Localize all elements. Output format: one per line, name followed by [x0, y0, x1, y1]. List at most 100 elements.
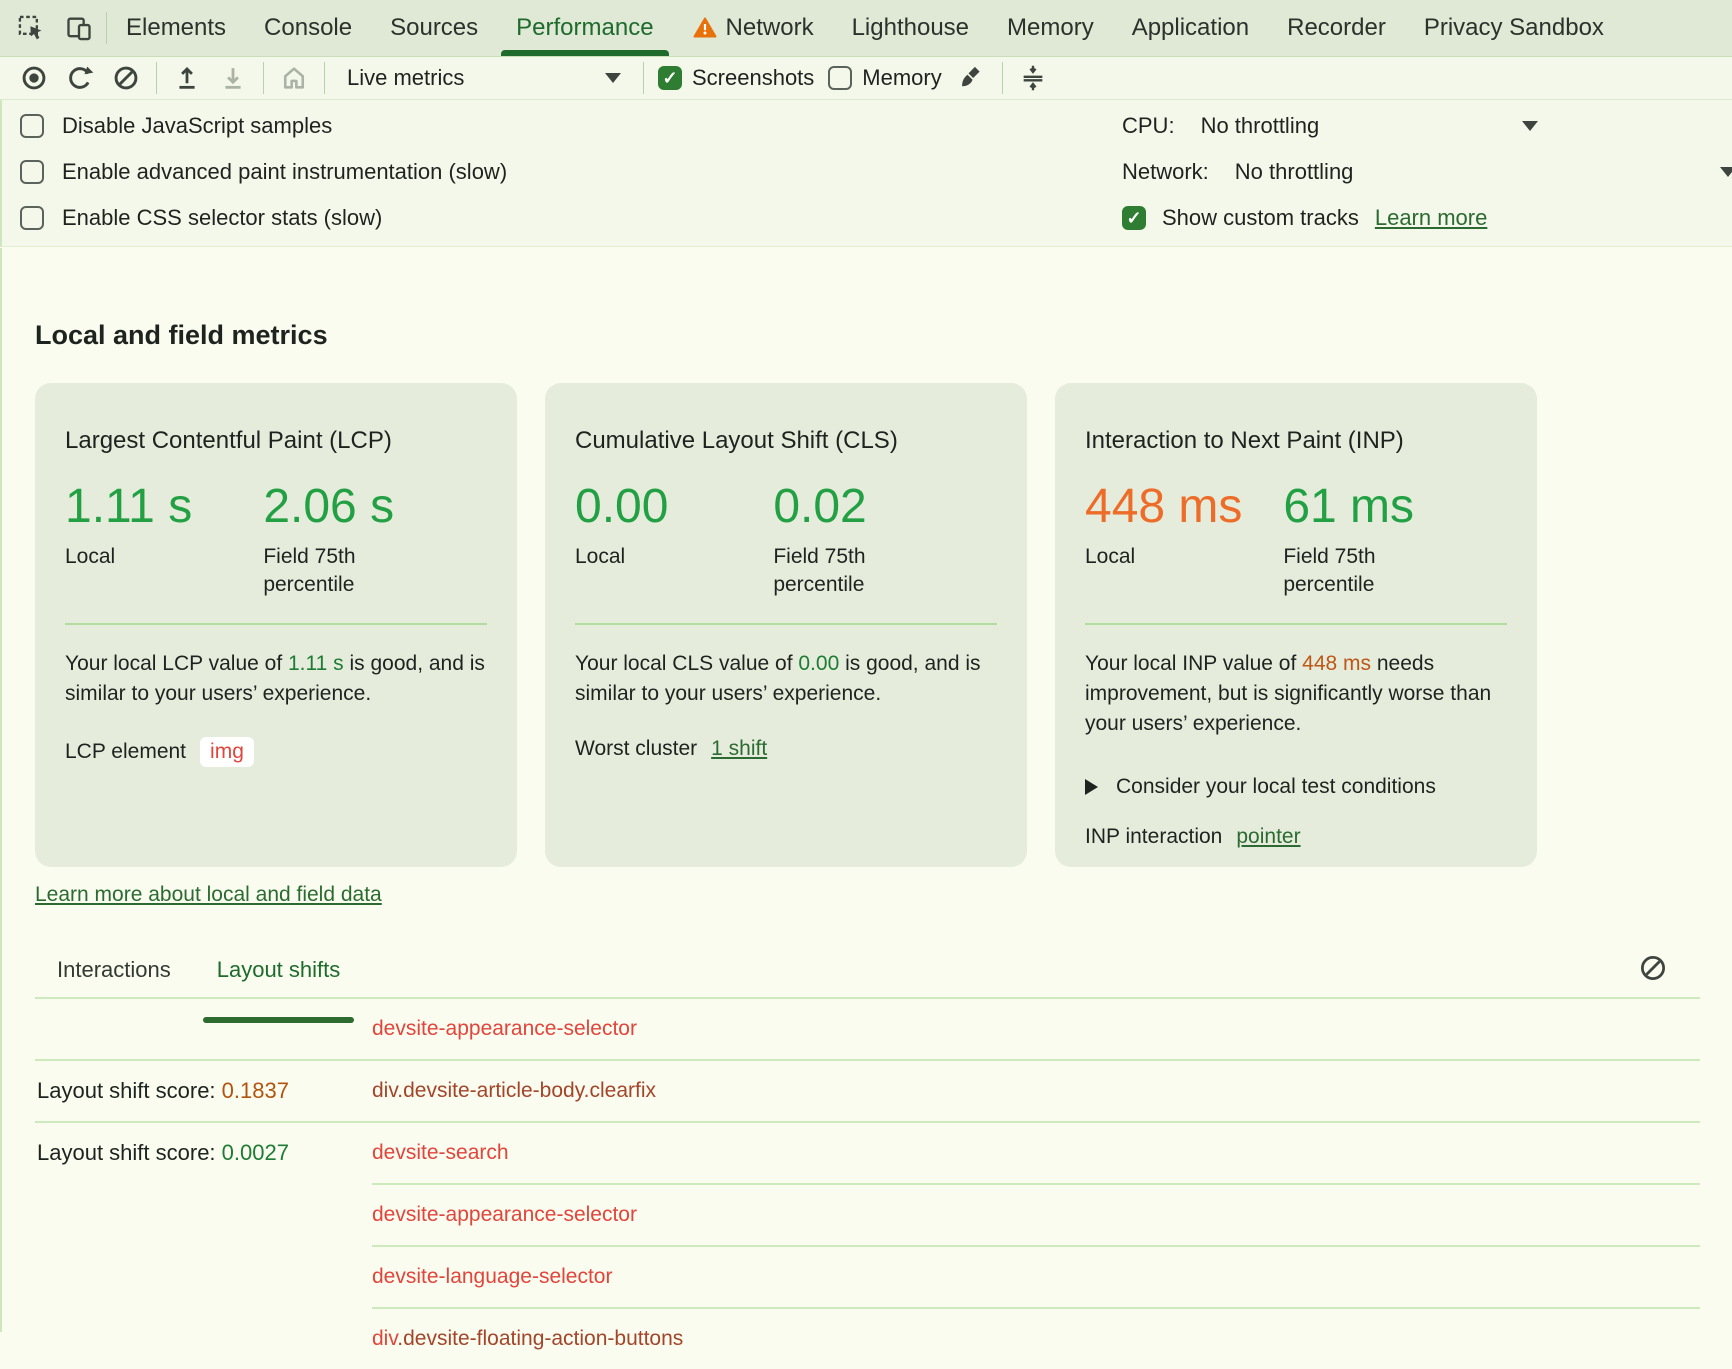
score-value: 0.1837: [222, 1078, 289, 1103]
tab-interactions[interactable]: Interactions: [57, 957, 171, 997]
inp-card: Interaction to Next Paint (INP) 448 ms L…: [1055, 383, 1537, 867]
checkbox-unchecked-icon[interactable]: [20, 206, 44, 230]
table-row: devsite-appearance-selector: [35, 999, 1700, 1059]
card-title: Interaction to Next Paint (INP): [1085, 427, 1507, 455]
tab-elements[interactable]: Elements: [107, 0, 245, 56]
memory-checkbox[interactable]: Memory: [828, 65, 941, 91]
inspect-cursor-icon[interactable]: [16, 13, 46, 43]
cls-local-value: 0.00: [575, 479, 773, 535]
table-row: div.devsite-floating-action-buttons: [35, 1309, 1700, 1369]
network-label: Network:: [1122, 159, 1209, 185]
card-divider: [65, 623, 487, 625]
checkbox-unchecked-icon[interactable]: [828, 66, 852, 90]
element-classes: .devsite-floating-action-buttons: [397, 1327, 683, 1350]
tab-sources[interactable]: Sources: [371, 0, 497, 56]
worst-cluster-row: Worst cluster 1 shift: [575, 737, 997, 761]
checkbox-checked-icon[interactable]: [658, 66, 682, 90]
checkbox-unchecked-icon[interactable]: [20, 160, 44, 184]
tab-memory[interactable]: Memory: [988, 0, 1113, 56]
learn-more-field-data-link[interactable]: Learn more about local and field data: [35, 883, 382, 907]
checkbox-label: Disable JavaScript samples: [62, 113, 332, 139]
reload-and-record-icon[interactable]: [64, 62, 96, 94]
lcp-card: Largest Contentful Paint (LCP) 1.11 s Lo…: [35, 383, 517, 867]
card-divider: [1085, 623, 1507, 625]
memory-label: Memory: [862, 65, 941, 91]
cpu-throttling-select[interactable]: CPU: No throttling: [1122, 111, 1732, 141]
lcp-local-value: 1.11 s: [65, 479, 263, 535]
element-node-link[interactable]: div.devsite-floating-action-buttons: [372, 1327, 683, 1351]
element-node-link[interactable]: devsite-appearance-selector: [372, 1017, 637, 1041]
tab-performance[interactable]: Performance: [497, 0, 672, 56]
layout-shift-score: Layout shift score: 0.1837: [37, 1078, 289, 1104]
tab-label: Recorder: [1287, 14, 1386, 42]
field-label: Field 75th percentile: [773, 543, 923, 599]
save-profile-icon[interactable]: [217, 62, 249, 94]
tab-layout-shifts[interactable]: Layout shifts: [217, 957, 341, 997]
chevron-down-icon: [1720, 167, 1732, 177]
consider-local-conditions-disclosure[interactable]: Consider your local test conditions: [1085, 775, 1507, 799]
card-title: Cumulative Layout Shift (CLS): [575, 427, 997, 455]
tab-recorder[interactable]: Recorder: [1268, 0, 1405, 56]
score-label: Layout shift score:: [37, 1140, 216, 1165]
clear-icon[interactable]: [110, 62, 142, 94]
cls-card: Cumulative Layout Shift (CLS) 0.00 Local…: [545, 383, 1027, 867]
show-custom-tracks-row: Show custom tracks Learn more: [1122, 203, 1732, 233]
toggle-device-toolbar-icon[interactable]: [64, 13, 94, 43]
cleanup-brush-icon[interactable]: [956, 62, 988, 94]
disclosure-triangle-icon: [1085, 779, 1098, 795]
history-dropdown[interactable]: Live metrics: [339, 65, 629, 91]
toolbar-separator: [263, 62, 264, 94]
load-profile-icon[interactable]: [171, 62, 203, 94]
worst-cluster-link[interactable]: 1 shift: [711, 737, 767, 761]
tab-label: Interactions: [57, 957, 171, 983]
element-node-link[interactable]: devsite-search: [372, 1141, 509, 1165]
page-title: Local and field metrics: [35, 320, 1732, 351]
css-selector-stats-checkbox[interactable]: Enable CSS selector stats (slow): [20, 203, 382, 233]
live-metrics-label: Live metrics: [347, 65, 464, 91]
custom-tracks-learn-more-link[interactable]: Learn more: [1375, 205, 1488, 231]
consider-label: Consider your local test conditions: [1116, 775, 1436, 799]
disable-js-samples-checkbox[interactable]: Disable JavaScript samples: [20, 111, 332, 141]
checkbox-label: Enable advanced paint instrumentation (s…: [62, 159, 507, 185]
checkbox-checked-icon[interactable]: [1122, 206, 1146, 230]
log-tabbar: Interactions Layout shifts: [35, 957, 1700, 999]
screenshots-checkbox[interactable]: Screenshots: [658, 65, 814, 91]
advanced-paint-checkbox[interactable]: Enable advanced paint instrumentation (s…: [20, 157, 507, 187]
desc-value: 1.11 s: [288, 652, 344, 675]
inp-interaction-row: INP interaction pointer: [1085, 825, 1507, 849]
tab-label: Layout shifts: [217, 957, 341, 983]
network-value: No throttling: [1235, 159, 1354, 185]
inp-description: Your local INP value of 448 ms needs imp…: [1085, 649, 1507, 739]
tab-label: Network: [726, 14, 814, 42]
lcp-element-label: LCP element: [65, 740, 186, 764]
tab-network[interactable]: Network: [673, 0, 833, 56]
collapse-sections-icon[interactable]: [1017, 62, 1049, 94]
checkbox-unchecked-icon[interactable]: [20, 114, 44, 138]
record-icon[interactable]: [18, 62, 50, 94]
custom-tracks-label: Show custom tracks: [1162, 205, 1359, 231]
network-throttling-select[interactable]: Network: No throttling: [1122, 157, 1732, 187]
tab-application[interactable]: Application: [1113, 0, 1268, 56]
inp-field-value: 61 ms: [1283, 479, 1433, 535]
card-title: Largest Contentful Paint (LCP): [65, 427, 487, 455]
clear-log-icon[interactable]: [1638, 953, 1668, 983]
element-node-link[interactable]: devsite-appearance-selector: [372, 1203, 637, 1227]
tab-console[interactable]: Console: [245, 0, 371, 56]
score-label: Layout shift score:: [37, 1078, 216, 1103]
lcp-element-node-link[interactable]: img: [200, 737, 254, 767]
tab-privacy-sandbox[interactable]: Privacy Sandbox: [1405, 0, 1623, 56]
live-metrics-home-icon[interactable]: [278, 62, 310, 94]
table-row: Layout shift score: 0.1837 div.devsite-a…: [35, 1061, 1700, 1121]
table-row: Layout shift score: 0.0027 devsite-searc…: [35, 1123, 1700, 1183]
field-label: Field 75th percentile: [263, 543, 413, 599]
element-node-link[interactable]: devsite-language-selector: [372, 1265, 612, 1289]
element-node-link[interactable]: div.devsite-article-body.clearfix: [372, 1079, 656, 1103]
desc-value: 448 ms: [1302, 652, 1371, 675]
cpu-label: CPU:: [1122, 113, 1175, 139]
tab-lighthouse[interactable]: Lighthouse: [833, 0, 988, 56]
metric-cards: Largest Contentful Paint (LCP) 1.11 s Lo…: [35, 383, 1732, 867]
inp-interaction-link[interactable]: pointer: [1236, 825, 1300, 849]
cpu-value: No throttling: [1201, 113, 1320, 139]
devtools-tabbar: Elements Console Sources Performance Net…: [0, 0, 1732, 57]
live-metrics-view: Local and field metrics Largest Contentf…: [0, 248, 1732, 1332]
